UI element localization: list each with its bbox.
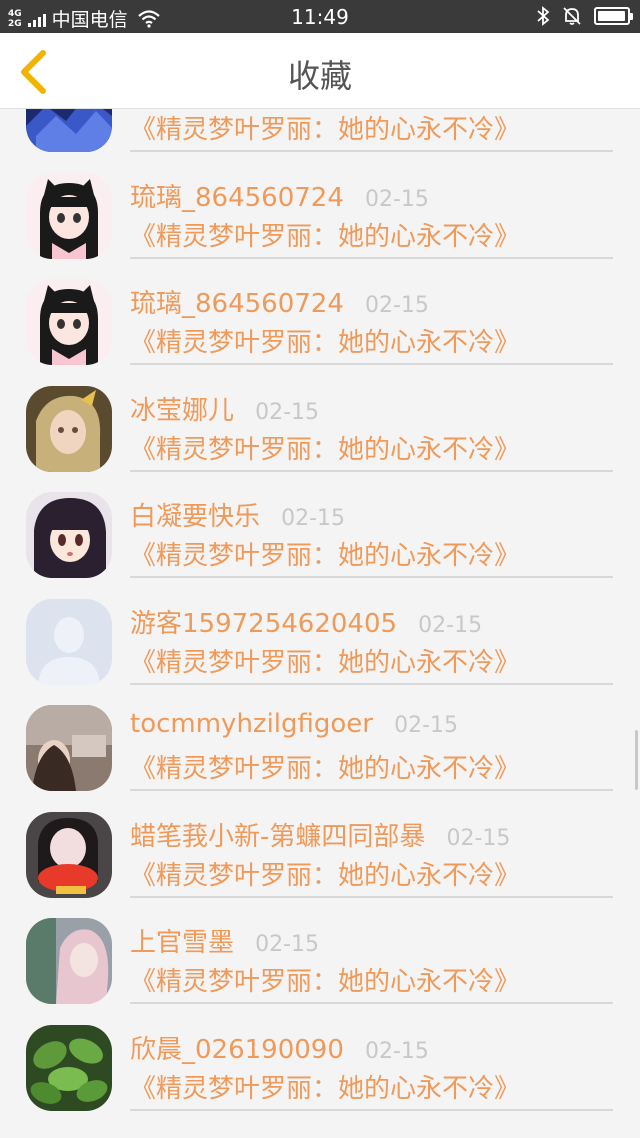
list-item[interactable]: 冰莹娜儿 02-15 《精灵梦叶罗丽：她的心永不冷》	[0, 366, 640, 473]
username[interactable]: 琉璃_864560724	[130, 183, 344, 213]
avatar[interactable]	[26, 1024, 112, 1111]
name-line: 游客1597254620405 02-15	[130, 603, 482, 640]
battery-fill	[598, 11, 625, 21]
girl-red-scarf-avatar	[26, 811, 112, 898]
username[interactable]: 白凝要快乐	[130, 502, 260, 532]
avatar[interactable]	[26, 705, 112, 791]
post-subject[interactable]: 《精灵梦叶罗丽：她的心永不冷》	[130, 1068, 520, 1105]
list-item[interactable]: 琉璃_864560724 02-15 《精灵梦叶罗丽：她的心永不冷》	[0, 259, 640, 366]
list-item[interactable]: 上官雪墨 02-15 《精灵梦叶罗丽：她的心永不冷》	[0, 898, 640, 1005]
list-item[interactable]: tocmmyhzilgfigoer 02-15 《精灵梦叶罗丽：她的心永不冷》	[0, 685, 640, 792]
username[interactable]: 游客1597254620405	[130, 609, 397, 639]
list-item[interactable]: 蜡笔莪小新-第蠊四同部暴 02-15 《精灵梦叶罗丽：她的心永不冷》	[0, 792, 640, 899]
pink-hair-girl-avatar	[26, 918, 112, 1004]
username[interactable]: 琉璃_864560724	[130, 289, 344, 319]
post-date: 02-15	[364, 186, 429, 212]
post-date: 02-15	[281, 506, 346, 531]
fantasy-girl-avatar	[26, 385, 112, 472]
post-date: 02-15	[394, 713, 459, 738]
name-line: 冰莹娜儿 02-15	[130, 390, 319, 427]
post-subject[interactable]: 《精灵梦叶罗丽：她的心永不冷》	[130, 429, 520, 466]
avatar[interactable]	[26, 598, 112, 685]
bluetooth-icon	[537, 6, 550, 26]
list-item[interactable]: 《精灵梦叶罗丽：她的心永不冷》	[0, 109, 640, 153]
battery-icon	[594, 7, 633, 25]
default-user-avatar	[26, 598, 112, 685]
name-line: tocmmyhzilgfigoer 02-15	[130, 709, 458, 739]
username[interactable]: 上官雪墨	[130, 928, 234, 958]
post-date: 02-15	[364, 293, 429, 318]
favorites-list-inner: 《精灵梦叶罗丽：她的心永不冷》 琉璃_864560724 02-15 《精灵梦叶…	[0, 109, 640, 1111]
avatar[interactable]	[26, 279, 112, 365]
list-item[interactable]: 白凝要快乐 02-15 《精灵梦叶罗丽：她的心永不冷》	[0, 472, 640, 579]
divider	[130, 1108, 613, 1111]
list-item[interactable]: 游客1597254620405 02-15 《精灵梦叶罗丽：她的心永不冷》	[0, 579, 640, 686]
status-bar: 4G 2G 中国电信 11:49	[0, 0, 640, 33]
post-subject[interactable]: 《精灵梦叶罗丽：她的心永不冷》	[130, 642, 520, 679]
avatar[interactable]	[26, 172, 112, 259]
avatar[interactable]	[26, 385, 112, 472]
avatar[interactable]	[26, 109, 112, 152]
post-date: 02-15	[418, 612, 483, 638]
username[interactable]: 欣晨_026190090	[130, 1035, 344, 1065]
post-date: 02-15	[255, 932, 320, 957]
scrollbar[interactable]	[635, 730, 638, 790]
name-line: 蜡笔莪小新-第蠊四同部暴 02-15	[130, 816, 510, 853]
avatar[interactable]	[26, 492, 112, 578]
silent-bell-icon	[563, 7, 581, 25]
post-subject[interactable]: 《精灵梦叶罗丽：她的心永不冷》	[130, 216, 520, 253]
photo-avatar	[26, 705, 112, 791]
username[interactable]: 冰莹娜儿	[130, 396, 234, 426]
post-date: 02-15	[255, 399, 320, 425]
list-item[interactable]: 琉璃_864560724 02-15 《精灵梦叶罗丽：她的心永不冷》	[0, 153, 640, 260]
list-item[interactable]: 欣晨_026190090 02-15 《精灵梦叶罗丽：她的心永不冷》	[0, 1005, 640, 1112]
username[interactable]: tocmmyhzilgfigoer	[130, 709, 373, 739]
green-plant-avatar	[26, 1024, 112, 1111]
anime-girl-dark-hair-avatar	[26, 492, 112, 578]
post-subject[interactable]: 《精灵梦叶罗丽：她的心永不冷》	[130, 322, 520, 359]
name-line: 欣晨_026190090 02-15	[130, 1029, 429, 1066]
avatar[interactable]	[26, 811, 112, 898]
post-subject[interactable]: 《精灵梦叶罗丽：她的心永不冷》	[130, 748, 520, 785]
name-line: 白凝要快乐 02-15	[130, 496, 345, 533]
username[interactable]: 蜡笔莪小新-第蠊四同部暴	[130, 822, 425, 852]
avatar[interactable]	[26, 918, 112, 1004]
favorites-list[interactable]: 《精灵梦叶罗丽：她的心永不冷》 琉璃_864560724 02-15 《精灵梦叶…	[0, 109, 640, 1138]
status-right	[536, 6, 633, 26]
name-line: 上官雪墨 02-15	[130, 922, 319, 959]
post-subject[interactable]: 《精灵梦叶罗丽：她的心永不冷》	[130, 109, 520, 146]
page-title: 收藏	[287, 57, 352, 95]
post-subject[interactable]: 《精灵梦叶罗丽：她的心永不冷》	[130, 961, 520, 998]
name-line: 琉璃_864560724 02-15	[130, 283, 429, 320]
post-subject[interactable]: 《精灵梦叶罗丽：她的心永不冷》	[130, 535, 520, 572]
anime-girl-cat-ears-avatar	[26, 279, 112, 365]
blue-crystal-avatar	[26, 109, 112, 152]
post-subject[interactable]: 《精灵梦叶罗丽：她的心永不冷》	[130, 855, 520, 892]
post-date: 02-15	[446, 825, 511, 851]
name-line: 琉璃_864560724 02-15	[130, 177, 429, 214]
anime-girl-cat-ears-avatar	[26, 172, 112, 259]
post-date: 02-15	[364, 1038, 429, 1064]
header: 收藏	[0, 33, 640, 109]
